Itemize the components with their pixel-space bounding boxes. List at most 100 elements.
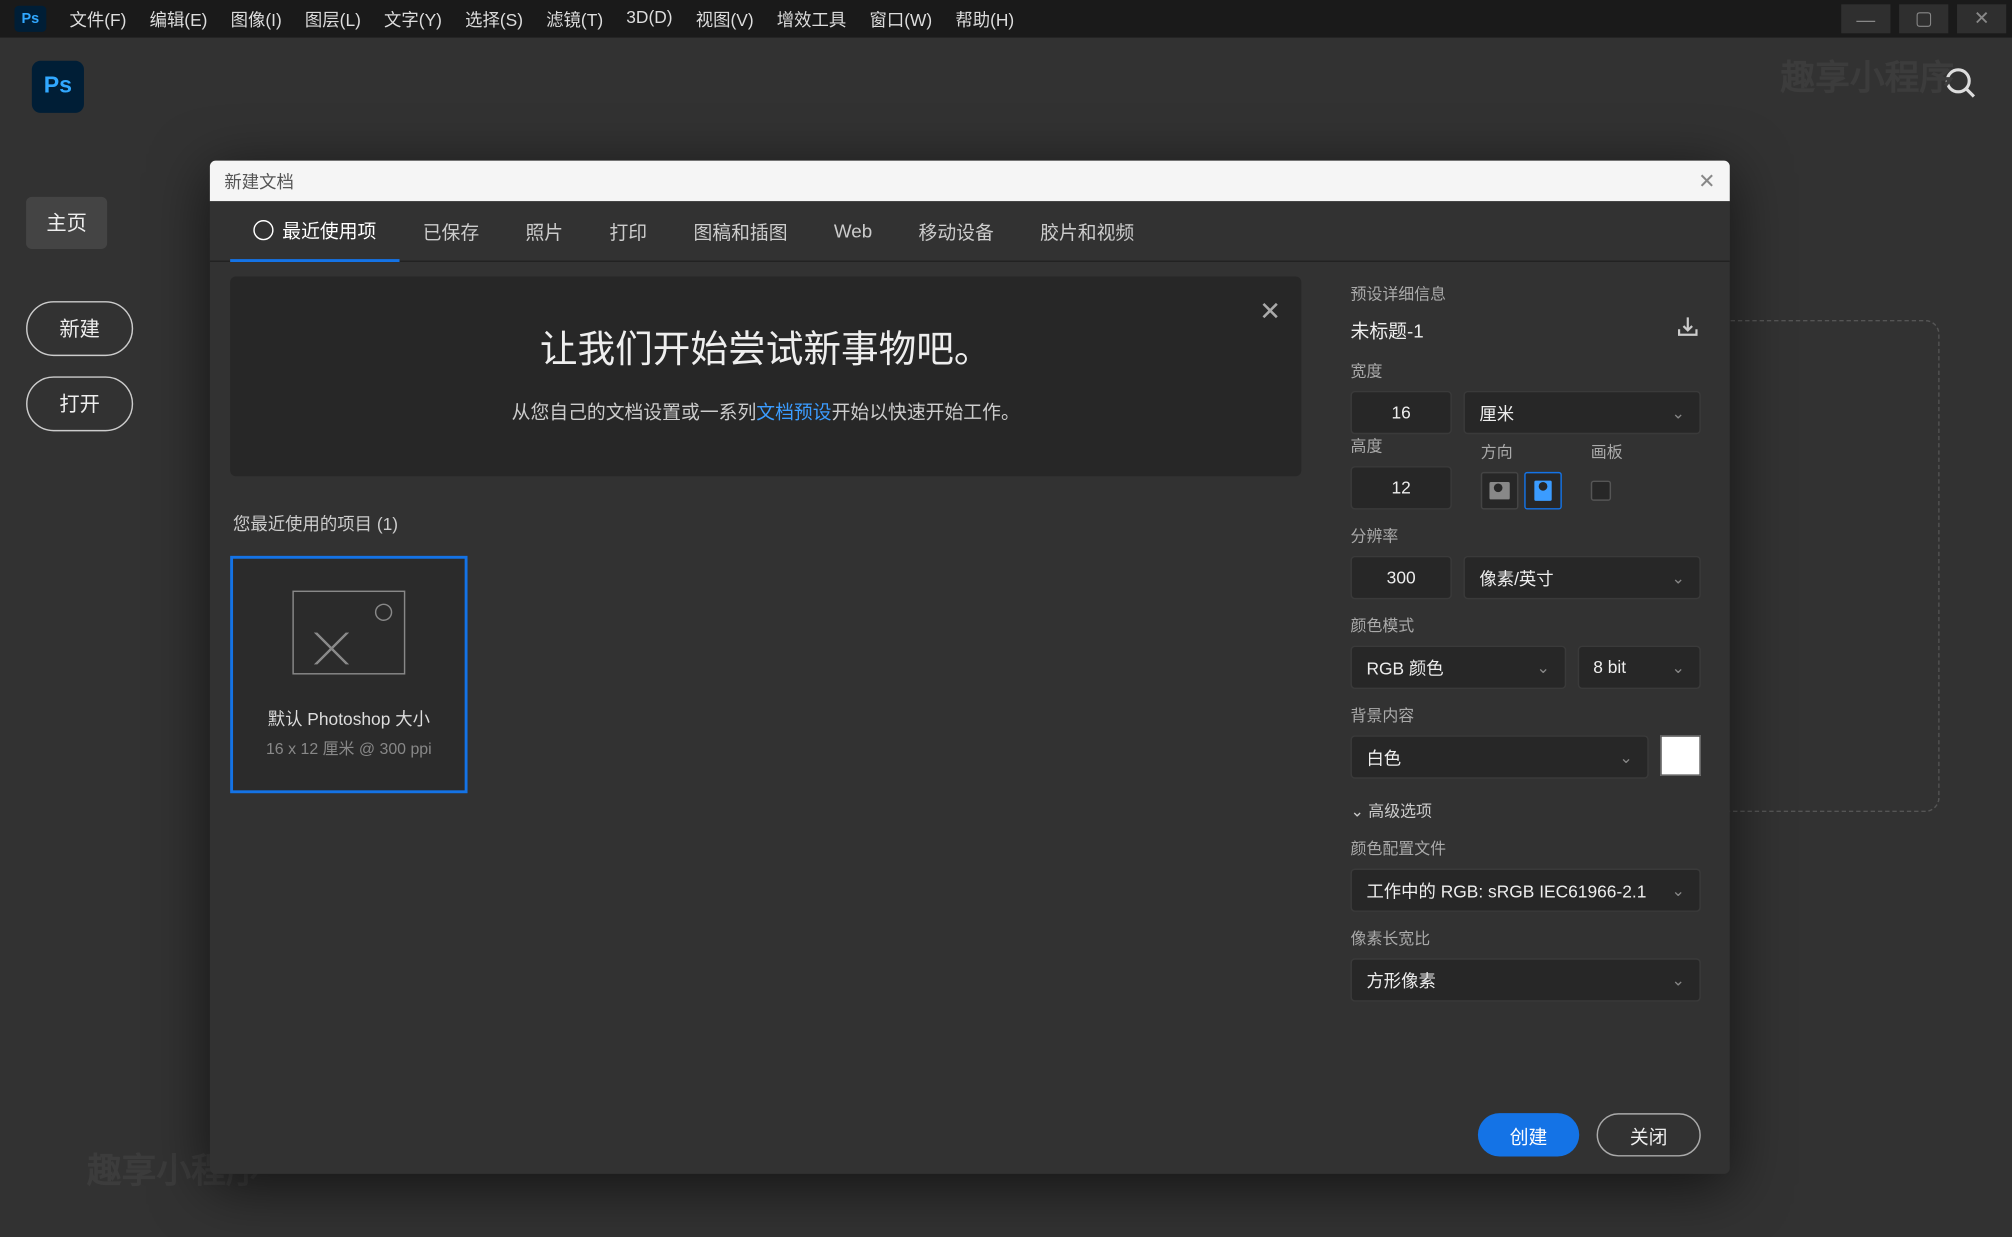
menu-bar: 文件(F) 编辑(E) 图像(I) 图层(L) 文字(Y) 选择(S) 滤镜(T…: [58, 1, 1026, 37]
hero-link[interactable]: 文档预设: [756, 401, 831, 423]
dialog-close-icon[interactable]: ✕: [1698, 169, 1715, 194]
chevron-down-icon: ⌄: [1672, 658, 1685, 677]
main-area: 趣享小程序 趣享小程序 Ps 主页 新建 打开 趣享小程序 新建文档 ✕ 最近使…: [0, 38, 2012, 1237]
dialog-titlebar: 新建文档 ✕: [210, 161, 1730, 202]
doc-title-input[interactable]: 未标题-1: [1351, 316, 1424, 344]
tab-film[interactable]: 胶片和视频: [1017, 200, 1157, 261]
preset-detail: 16 x 12 厘米 @ 300 ppi: [266, 736, 432, 759]
width-input[interactable]: 16: [1351, 391, 1452, 434]
bg-value: 白色: [1366, 745, 1401, 770]
new-document-dialog: 新建文档 ✕ 最近使用项 已保存 照片 打印 图稿和插图 Web 移动设备 胶片…: [210, 161, 1730, 1174]
bg-color-swatch[interactable]: [1660, 735, 1701, 776]
titlebar: Ps 文件(F) 编辑(E) 图像(I) 图层(L) 文字(Y) 选择(S) 滤…: [0, 0, 2012, 38]
menu-filter[interactable]: 滤镜(T): [535, 1, 615, 37]
open-button[interactable]: 打开: [26, 376, 133, 431]
menu-edit[interactable]: 编辑(E): [138, 1, 219, 37]
home-tab[interactable]: 主页: [26, 197, 107, 249]
color-mode-value: RGB 颜色: [1366, 655, 1443, 680]
home-left-nav: 主页 新建 打开: [26, 197, 185, 452]
width-unit-value: 厘米: [1479, 400, 1514, 425]
preset-thumb-icon: [292, 590, 405, 674]
resolution-unit-select[interactable]: 像素/英寸 ⌄: [1463, 556, 1700, 599]
clock-icon: [253, 219, 273, 239]
aspect-value: 方形像素: [1366, 968, 1436, 993]
chevron-down-icon: ⌄: [1672, 971, 1685, 990]
create-button[interactable]: 创建: [1478, 1113, 1579, 1156]
height-input[interactable]: 12: [1351, 466, 1452, 509]
menu-image[interactable]: 图像(I): [219, 1, 293, 37]
orientation-landscape[interactable]: [1524, 472, 1562, 510]
profile-select[interactable]: 工作中的 RGB: sRGB IEC61966-2.1 ⌄: [1351, 869, 1701, 912]
maximize-button[interactable]: ▢: [1899, 4, 1948, 33]
chevron-down-icon: ⌄: [1536, 658, 1549, 677]
height-label: 高度: [1351, 434, 1452, 457]
bit-depth-select[interactable]: 8 bit ⌄: [1577, 646, 1701, 689]
dialog-tabs: 最近使用项 已保存 照片 打印 图稿和插图 Web 移动设备 胶片和视频: [210, 201, 1730, 262]
hero-close-icon[interactable]: ✕: [1259, 297, 1281, 327]
bit-depth-value: 8 bit: [1593, 657, 1626, 677]
chevron-down-icon: ⌄: [1672, 568, 1685, 587]
preset-card[interactable]: 默认 Photoshop 大小 16 x 12 厘米 @ 300 ppi: [230, 556, 467, 793]
tab-print[interactable]: 打印: [586, 200, 670, 261]
chevron-down-icon: ⌄: [1619, 748, 1632, 767]
tab-saved[interactable]: 已保存: [400, 200, 503, 261]
tab-web[interactable]: Web: [811, 200, 896, 261]
hero-sub-b: 开始以快速开始工作。: [832, 401, 1020, 423]
tab-photo[interactable]: 照片: [502, 200, 586, 261]
hero-sub-a: 从您自己的文档设置或一系列: [512, 401, 757, 423]
preset-name: 默认 Photoshop 大小: [268, 706, 430, 731]
artboard-label: 画板: [1591, 440, 1623, 463]
hero-banner: ✕ 让我们开始尝试新事物吧。 从您自己的文档设置或一系列文档预设开始以快速开始工…: [230, 276, 1301, 476]
dialog-title: 新建文档: [224, 169, 294, 194]
menu-window[interactable]: 窗口(W): [858, 1, 944, 37]
hero-title: 让我们开始尝试新事物吧。: [268, 320, 1264, 374]
resolution-unit-value: 像素/英寸: [1479, 565, 1553, 590]
recent-label: 您最近使用的项目 (1): [233, 511, 1301, 536]
tab-mobile[interactable]: 移动设备: [895, 200, 1017, 261]
bg-label: 背景内容: [1351, 703, 1701, 726]
dialog-footer: 创建 关闭: [210, 1096, 1730, 1174]
chevron-down-icon: ⌄: [1672, 403, 1685, 422]
close-window-button[interactable]: ✕: [1957, 4, 2006, 33]
menu-layer[interactable]: 图层(L): [293, 1, 372, 37]
color-mode-select[interactable]: RGB 颜色 ⌄: [1351, 646, 1566, 689]
width-unit-select[interactable]: 厘米 ⌄: [1463, 391, 1700, 434]
width-label: 宽度: [1351, 359, 1701, 382]
tab-recent-label: 最近使用项: [282, 216, 376, 244]
app-logo: Ps: [14, 6, 46, 32]
tab-recent[interactable]: 最近使用项: [230, 200, 399, 261]
orientation-portrait[interactable]: [1481, 472, 1519, 510]
chevron-down-icon: ⌄: [1672, 881, 1685, 900]
minimize-button[interactable]: —: [1841, 4, 1890, 33]
close-button[interactable]: 关闭: [1597, 1113, 1701, 1156]
profile-value: 工作中的 RGB: sRGB IEC61966-2.1: [1366, 878, 1646, 903]
hero-subtitle: 从您自己的文档设置或一系列文档预设开始以快速开始工作。: [268, 397, 1264, 425]
tab-art[interactable]: 图稿和插图: [670, 200, 810, 261]
resolution-label: 分辨率: [1351, 524, 1701, 547]
color-mode-label: 颜色模式: [1351, 614, 1701, 637]
menu-help[interactable]: 帮助(H): [944, 1, 1026, 37]
dialog-left: ✕ 让我们开始尝试新事物吧。 从您自己的文档设置或一系列文档预设开始以快速开始工…: [210, 262, 1322, 1096]
save-preset-icon[interactable]: [1675, 314, 1701, 344]
bg-select[interactable]: 白色 ⌄: [1351, 735, 1649, 778]
window-controls: — ▢ ✕: [1841, 4, 2006, 33]
new-button[interactable]: 新建: [26, 301, 133, 356]
menu-view[interactable]: 视图(V): [684, 1, 765, 37]
aspect-select[interactable]: 方形像素 ⌄: [1351, 958, 1701, 1001]
menu-select[interactable]: 选择(S): [454, 1, 535, 37]
advanced-toggle[interactable]: 高级选项: [1351, 799, 1701, 822]
search-icon[interactable]: [1943, 64, 1981, 109]
menu-plugins[interactable]: 增效工具: [765, 1, 858, 37]
artboard-checkbox[interactable]: [1591, 481, 1611, 501]
panel-heading: 预设详细信息: [1351, 282, 1701, 305]
ps-logo: Ps: [32, 61, 84, 113]
preset-details-panel: 预设详细信息 未标题-1 宽度 16 厘米 ⌄ 高度 12: [1322, 262, 1730, 1096]
resolution-input[interactable]: 300: [1351, 556, 1452, 599]
home-header: Ps: [0, 38, 2012, 136]
profile-label: 颜色配置文件: [1351, 837, 1701, 860]
orientation-label: 方向: [1481, 440, 1562, 463]
aspect-label: 像素长宽比: [1351, 926, 1701, 949]
menu-file[interactable]: 文件(F): [58, 1, 138, 37]
menu-3d[interactable]: 3D(D): [615, 1, 684, 37]
menu-type[interactable]: 文字(Y): [372, 1, 453, 37]
